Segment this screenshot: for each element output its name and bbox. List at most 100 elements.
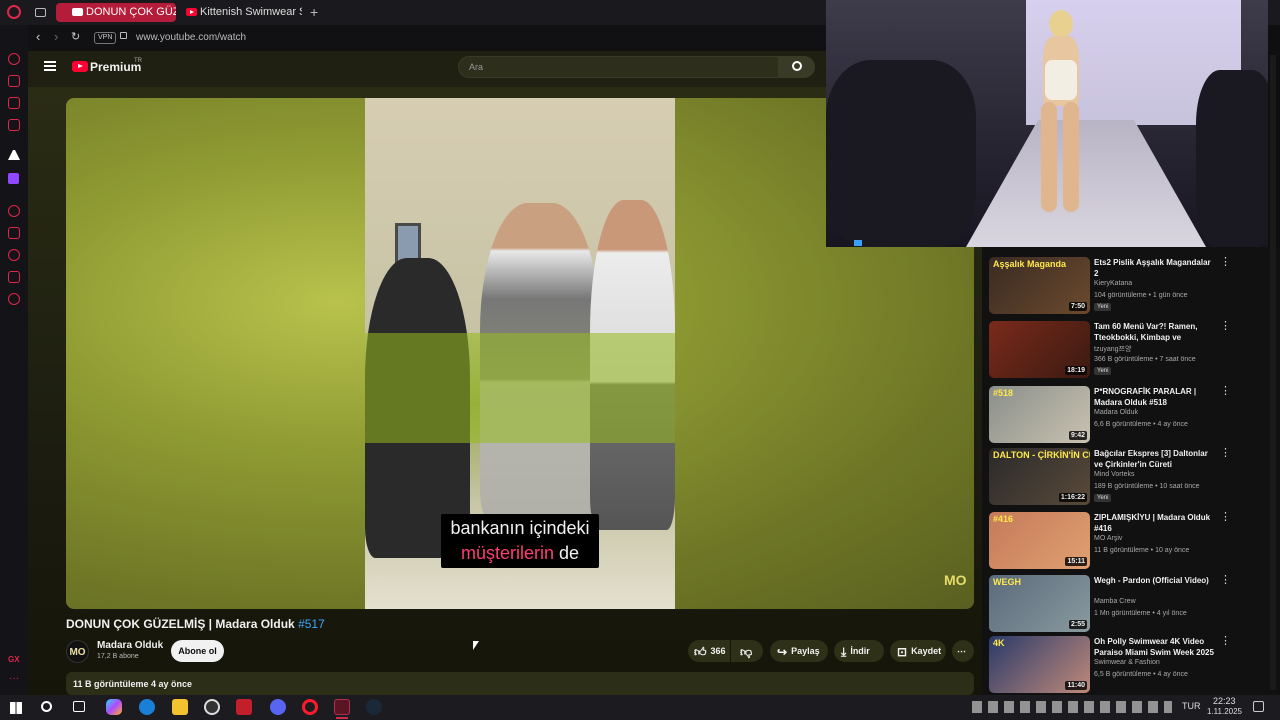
- recommendation-title[interactable]: Oh Polly Swimwear 4K Video Paraiso Miami…: [1094, 636, 1216, 658]
- scrollbar[interactable]: [1270, 55, 1276, 690]
- sidebar-messenger-icon[interactable]: [8, 97, 20, 109]
- share-button[interactable]: ↪ Paylaş: [770, 640, 828, 662]
- more-actions-button[interactable]: ⋯: [952, 640, 974, 662]
- sidebar-twitch-icon[interactable]: [8, 173, 19, 184]
- more-options-icon[interactable]: ⋮: [1220, 386, 1231, 397]
- opera-menu-icon[interactable]: [7, 5, 21, 19]
- video-thumbnail[interactable]: WEGH 2:55: [989, 575, 1090, 632]
- sidebar-bookmarks-icon[interactable]: [8, 227, 20, 239]
- sidebar-aria-icon[interactable]: [8, 150, 20, 160]
- sidebar-gx-icon[interactable]: GX: [8, 655, 20, 664]
- task-view-icon[interactable]: [73, 701, 85, 712]
- video-thumbnail[interactable]: 18:19: [989, 321, 1090, 378]
- dislike-button[interactable]: 👎︎: [731, 640, 763, 662]
- more-options-icon[interactable]: ⋮: [1220, 448, 1231, 459]
- recommendation-channel[interactable]: Mamba Crew: [1094, 598, 1136, 605]
- recommendation-title[interactable]: ZIPLAMIŞKİYU | Madara Olduk #416: [1094, 512, 1216, 534]
- mini-player[interactable]: [826, 0, 1268, 247]
- hashtag-link[interactable]: #517: [298, 617, 325, 631]
- video-thumbnail[interactable]: 4K 11:40: [989, 636, 1090, 693]
- list-item[interactable]: Aşşalık Maganda 7:50 Ets2 Pislik Aşşalık M…: [989, 257, 1259, 317]
- avatar[interactable]: MO: [66, 640, 89, 663]
- caption-highlight: müşterilerin: [460, 543, 554, 563]
- more-options-icon[interactable]: ⋮: [1220, 575, 1231, 586]
- sidebar-feed-icon[interactable]: [8, 119, 20, 131]
- notification-icon[interactable]: [1253, 701, 1264, 712]
- sidebar-pin-icon[interactable]: [8, 271, 20, 283]
- video-thumbnail[interactable]: #416 15:11: [989, 512, 1090, 569]
- list-item[interactable]: #416 15:11 ZIPLAMIŞKİYU | Madara Olduk #41…: [989, 512, 1259, 572]
- thumbnail-overlay-text: WEGH: [993, 577, 1021, 587]
- description-box[interactable]: 11 B görüntüleme 4 ay önce: [66, 672, 974, 695]
- sidebar-user-icon[interactable]: [8, 75, 20, 87]
- forward-icon[interactable]: ›: [54, 29, 58, 44]
- list-item[interactable]: 18:19 Tam 60 Menü Var?! Ramen, Tteokbokki…: [989, 321, 1259, 381]
- sidebar-clock-icon[interactable]: [8, 249, 20, 261]
- tab-overview-icon[interactable]: [35, 8, 46, 17]
- youtube-logo-icon[interactable]: [72, 61, 88, 72]
- sidebar-history-icon[interactable]: [8, 53, 20, 65]
- language-indicator[interactable]: TUR: [1182, 701, 1201, 711]
- list-item[interactable]: WEGH 2:55 Wegh - Pardon (Official Video) Ma…: [989, 575, 1259, 635]
- recommendation-channel[interactable]: Mind Vorteks: [1094, 471, 1134, 478]
- vpn-badge[interactable]: VPN: [94, 32, 117, 44]
- recommendation-title[interactable]: P*RNOGRAFİK PARALAR | Madara Olduk #518: [1094, 386, 1216, 408]
- like-button[interactable]: 👍︎ 366: [688, 640, 730, 662]
- reload-icon[interactable]: ↻: [71, 30, 80, 43]
- video-thumbnail[interactable]: DALTON - ÇİRKİN'İN CÜRETİ 1:16:22: [989, 448, 1090, 505]
- url-text[interactable]: www.youtube.com/watch: [136, 32, 246, 43]
- copilot-icon[interactable]: [106, 699, 122, 715]
- new-tab-button[interactable]: +: [310, 4, 318, 20]
- recommendation-channel[interactable]: MO Arşiv: [1094, 535, 1122, 542]
- list-item[interactable]: #518 9:42 P*RNOGRAFİK PARALAR | Madara Old…: [989, 386, 1259, 446]
- list-item[interactable]: DALTON - ÇİRKİN'İN CÜRETİ 1:16:22 Bağcılar…: [989, 448, 1259, 508]
- obs-icon[interactable]: [204, 699, 220, 715]
- recommendation-channel[interactable]: KieryKatana: [1094, 280, 1132, 287]
- video-thumbnail[interactable]: #518 9:42: [989, 386, 1090, 443]
- sidebar-more-icon[interactable]: ···: [9, 673, 19, 684]
- download-button[interactable]: ⤓ İndir: [834, 640, 884, 662]
- recommendation-title[interactable]: Bağcılar Ekspres [3] Daltonlar ve Çirkin…: [1094, 448, 1216, 470]
- more-options-icon[interactable]: ⋮: [1220, 257, 1231, 268]
- edge-icon[interactable]: [139, 699, 155, 715]
- save-button[interactable]: ⊡ Kaydet: [890, 640, 946, 662]
- search-box[interactable]: Ara: [458, 56, 779, 78]
- menu-icon[interactable]: [44, 61, 56, 71]
- back-icon[interactable]: ‹: [36, 29, 40, 44]
- recommendation-title[interactable]: Ets2 Pislik Aşşalık Magandalar 2: [1094, 257, 1216, 279]
- more-options-icon[interactable]: ⋮: [1220, 636, 1231, 647]
- tab-inactive[interactable]: Kittenish Swimwear SLOW: [170, 3, 302, 22]
- app-red-icon[interactable]: [236, 699, 252, 715]
- recommendation-channel[interactable]: Madara Olduk: [1094, 409, 1138, 416]
- more-options-icon[interactable]: ⋮: [1220, 321, 1231, 332]
- tab-active[interactable]: DONUN ÇOK GÜZELM: [56, 3, 176, 22]
- share-icon: ↪: [777, 644, 788, 659]
- youtube-logo-region: TR: [134, 58, 142, 64]
- channel-name[interactable]: Madara Olduk: [97, 640, 163, 651]
- recommendation-title[interactable]: Tam 60 Menü Var?! Ramen, Tteokbokki, Kim…: [1094, 321, 1216, 343]
- youtube-icon: [186, 8, 197, 16]
- video-duration: 11:40: [1065, 681, 1087, 690]
- subtitle-caption: bankanın içindeki müşterilerin de: [441, 514, 599, 568]
- opera-gx-icon[interactable]: [334, 699, 350, 715]
- search-icon[interactable]: [41, 701, 52, 712]
- search-button[interactable]: [779, 56, 815, 78]
- steam-icon[interactable]: [366, 699, 382, 715]
- windows-start-icon[interactable]: [10, 702, 22, 714]
- video-thumbnail[interactable]: Aşşalık Maganda 7:50: [989, 257, 1090, 314]
- tray-icons[interactable]: [972, 701, 1172, 713]
- subscribe-button[interactable]: Abone ol: [171, 640, 224, 662]
- discord-icon[interactable]: [270, 699, 286, 715]
- recommendation-channel[interactable]: tzuyang쯔양: [1094, 344, 1131, 354]
- sidebar-settings-icon[interactable]: [8, 293, 20, 305]
- more-options-icon[interactable]: ⋮: [1220, 512, 1231, 523]
- opera-icon[interactable]: [302, 699, 318, 715]
- clock-time[interactable]: 22:23: [1213, 696, 1236, 706]
- clock-date[interactable]: 1.11.2025: [1207, 707, 1242, 716]
- recommendation-title[interactable]: Wegh - Pardon (Official Video): [1094, 575, 1216, 586]
- recommendation-meta: 6,6 B görüntüleme • 4 ay önce: [1094, 421, 1188, 428]
- list-item[interactable]: 4K 11:40 Oh Polly Swimwear 4K Video Parais…: [989, 636, 1259, 696]
- sidebar-player-icon[interactable]: [8, 205, 20, 217]
- recommendation-channel[interactable]: Swimwear & Fashion: [1094, 659, 1160, 666]
- file-explorer-icon[interactable]: [172, 699, 188, 715]
